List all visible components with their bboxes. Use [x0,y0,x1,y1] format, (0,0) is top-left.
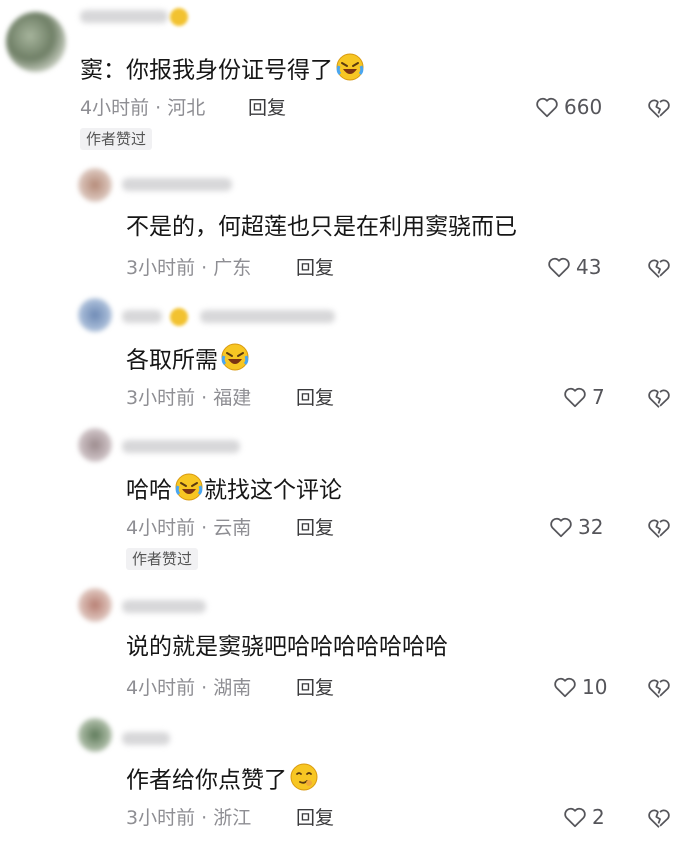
username-blurred[interactable] [122,440,240,453]
like-count: 10 [582,675,608,699]
heart-icon [548,257,570,278]
laugh-cry-emoji-icon [335,52,365,90]
comment-text: 作者给你点赞了 [126,762,319,800]
reply-button[interactable]: 回复 [296,676,334,700]
username-blurred[interactable] [122,178,232,191]
comment-text: 说的就是窦骁吧哈哈哈哈哈哈哈 [126,634,448,660]
like-button[interactable]: 32 [548,514,603,540]
comment-meta: 4小时前 · 云南 [126,517,252,539]
like-count: 2 [592,805,605,829]
author-liked-badge: 作者赞过 [80,128,153,150]
like-count: 32 [578,515,604,539]
reply-button[interactable]: 回复 [248,96,286,120]
comment-text: 各取所需 [126,342,250,380]
dislike-button[interactable] [646,255,672,285]
comment-text: 窦：你报我身份证号得了 [80,52,365,90]
comment-text: 哈哈 就找这个评论 [126,472,342,510]
heart-icon [564,807,586,828]
broken-heart-icon [648,679,670,698]
reply-button[interactable]: 回复 [296,256,334,280]
shy-smile-emoji-icon [289,762,319,800]
dislike-button[interactable] [646,95,672,125]
dislike-button[interactable] [646,515,672,545]
dislike-button[interactable] [646,805,672,835]
dislike-button[interactable] [646,675,672,705]
heart-icon [554,677,576,698]
comment-meta: 3小时前 · 浙江 [126,807,252,829]
like-count: 7 [592,385,605,409]
broken-heart-icon [648,389,670,408]
comment-meta: 4小时前 · 湖南 [126,677,252,699]
like-button[interactable]: 10 [552,674,607,700]
comment-meta: 4小时前 · 河北 [80,97,206,119]
reply-button[interactable]: 回复 [296,806,334,830]
username-blurred[interactable] [80,10,168,23]
username-emoji-icon [170,8,188,26]
username-blurred[interactable] [200,310,335,323]
author-liked-badge: 作者赞过 [126,548,199,570]
username-blurred[interactable] [122,600,206,613]
like-button[interactable]: 7 [562,384,605,410]
heart-icon [536,97,558,118]
broken-heart-icon [648,519,670,538]
comment-meta: 3小时前 · 广东 [126,257,252,279]
heart-icon [550,517,572,538]
avatar[interactable] [78,428,112,462]
like-button[interactable]: 660 [534,94,602,120]
dislike-button[interactable] [646,385,672,415]
like-button[interactable]: 43 [546,254,601,280]
avatar[interactable] [78,298,112,332]
avatar[interactable] [78,588,112,622]
laugh-cry-emoji-icon [220,342,250,380]
reply-button[interactable]: 回复 [296,386,334,410]
comment-text: 不是的，何超莲也只是在利用窦骁而已 [126,214,517,240]
avatar[interactable] [78,168,112,202]
comment-meta: 3小时前 · 福建 [126,387,252,409]
username-emoji-icon [170,308,188,326]
like-count: 43 [576,255,602,279]
reply-button[interactable]: 回复 [296,516,334,540]
avatar[interactable] [78,718,112,752]
like-count: 660 [564,95,603,119]
username-blurred[interactable] [122,310,162,323]
broken-heart-icon [648,99,670,118]
broken-heart-icon [648,259,670,278]
heart-icon [564,387,586,408]
broken-heart-icon [648,809,670,828]
laugh-cry-emoji-icon [174,472,204,510]
like-button[interactable]: 2 [562,804,605,830]
avatar[interactable] [6,12,66,72]
username-blurred[interactable] [122,732,170,745]
